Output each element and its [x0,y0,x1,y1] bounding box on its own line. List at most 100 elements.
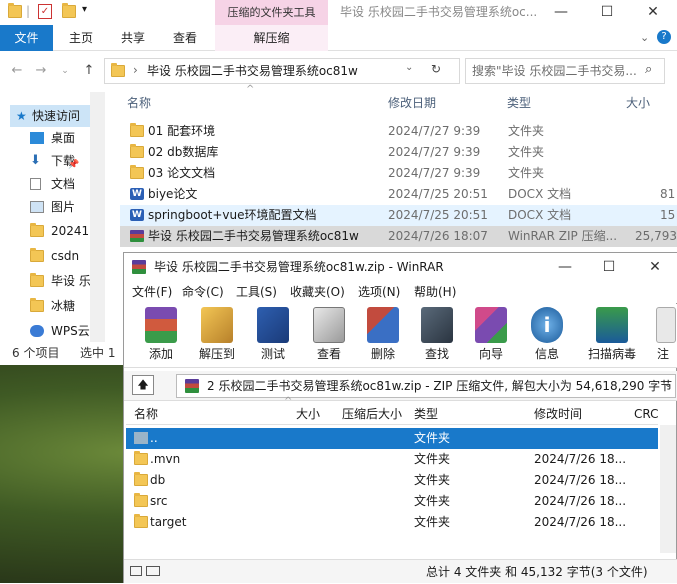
add-archive-icon [145,307,177,343]
rar-minimize-button[interactable]: — [542,255,588,280]
file-date: 2024/7/25 20:51 [388,187,488,201]
folder-icon [134,451,148,465]
path-dropdown-icon[interactable]: ⌄ [664,379,672,390]
winrar-archive-icon [130,230,144,242]
add-button[interactable]: 添加 [136,307,186,365]
archive-entry-name: db [150,473,166,487]
tab-decompress[interactable]: 解压缩 [215,25,328,51]
tab-view[interactable]: 查看 [162,25,208,51]
folder-icon [111,63,125,77]
menu-tools[interactable]: 工具(S) [236,281,277,303]
pin-icon: 📌 [68,160,80,170]
file-row[interactable]: W biye论文 2024/7/25 20:51 DOCX 文档 81 [120,184,677,205]
up-one-level-button[interactable]: 🡅 [132,375,154,395]
archive-entry-type: 文件夹 [414,431,451,445]
file-date: 2024/7/27 9:39 [388,145,481,159]
column-header-type[interactable]: 类型 [414,403,438,425]
archive-path-text: 2 乐校园二手书交易管理系统oc81w.zip - ZIP 压缩文件, 解包大小… [207,379,673,393]
tool-label: 添加 [148,347,173,361]
tool-label: 查看 [316,347,341,361]
archive-entry-modified: 2024/7/26 18... [534,494,627,508]
extract-to-button[interactable]: 解压到 [192,307,242,365]
archive-row[interactable]: .. 文件夹 [126,428,658,449]
address-bar[interactable]: › 毕设 乐校园二手书交易管理系统oc81w ⌄ ↻ [104,58,460,84]
folder-icon [30,298,44,312]
view-button[interactable]: 查看 [304,307,354,365]
wizard-icon [475,307,507,343]
folder-icon[interactable] [8,3,22,18]
menu-file[interactable]: 文件(F) [132,281,172,303]
comment-icon [656,307,676,343]
menu-options[interactable]: 选项(N) [358,281,400,303]
info-button[interactable]: i 信息 [522,307,572,365]
address-dropdown-icon[interactable]: ⌄ [405,62,413,73]
star-icon: ★ [16,109,27,123]
ribbon-expand-icon[interactable]: ⌄ [640,31,649,44]
recent-dropdown-icon[interactable]: ⌄ [56,62,74,80]
refresh-icon[interactable]: ↻ [431,62,441,76]
maximize-button[interactable]: ☐ [584,0,630,25]
forward-arrow-icon[interactable]: → [32,62,50,80]
column-header-size[interactable]: 大小 [626,92,650,114]
archive-list-scrollbar[interactable] [660,425,676,553]
file-row[interactable]: 03 论文文档 2024/7/27 9:39 文件夹 [120,163,677,184]
file-row[interactable]: W springboot+vue环境配置文档 2024/7/25 20:51 D… [120,205,677,226]
menu-favorites[interactable]: 收藏夹(O) [290,281,345,303]
menu-help[interactable]: 帮助(H) [414,281,456,303]
archive-row[interactable]: src 文件夹 2024/7/26 18... [126,491,658,512]
column-header-name[interactable]: 名称 [127,92,151,114]
file-row[interactable]: 02 db数据库 2024/7/27 9:39 文件夹 [120,142,677,163]
tool-label: 扫描病毒 [587,347,636,361]
archive-path-field[interactable]: 2 乐校园二手书交易管理系统oc81w.zip - ZIP 压缩文件, 解包大小… [176,374,676,398]
tool-label: 解压到 [198,347,235,361]
nav-pane-scrollbar[interactable] [90,92,105,342]
sidebar-item-label: 桌面 [51,131,76,145]
column-header-date[interactable]: 修改日期 [388,92,436,114]
breadcrumb[interactable]: 毕设 乐校园二手书交易管理系统oc81w [147,59,358,83]
file-date: 2024/7/27 9:39 [388,166,481,180]
column-header-type[interactable]: 类型 [507,92,531,114]
file-type: WinRAR ZIP 压缩... [508,229,618,243]
help-icon[interactable]: ? [657,30,671,44]
up-arrow-icon[interactable]: ↑ [80,62,98,80]
back-arrow-icon[interactable]: ← [8,62,26,80]
test-button[interactable]: 测试 [248,307,298,365]
info-icon: i [531,307,563,343]
minimize-button[interactable]: — [538,0,584,25]
archive-row[interactable]: db 文件夹 2024/7/26 18... [126,470,658,491]
tab-share[interactable]: 共享 [110,25,156,51]
column-header-crc[interactable]: CRC [634,403,659,425]
new-folder-icon[interactable] [62,3,76,18]
folder-icon [134,493,148,507]
compressed-folder-tools-tab: 压缩的文件夹工具 [215,0,328,25]
archive-entry-name: .mvn [150,452,181,466]
column-header-modified[interactable]: 修改时间 [534,403,582,425]
sidebar-item-label: 快速访问 [32,109,81,123]
column-header-size[interactable]: 大小 [296,403,320,425]
virus-scan-button[interactable]: 扫描病毒 [582,307,642,365]
close-button[interactable]: ✕ [630,0,676,25]
archive-row[interactable]: .mvn 文件夹 2024/7/26 18... [126,449,658,470]
winrar-app-icon [132,260,146,274]
properties-icon[interactable]: ✓ [38,4,52,19]
column-header-packed-size[interactable]: 压缩后大小 [342,403,402,425]
file-type: DOCX 文档 [508,187,572,201]
file-row[interactable]: 毕设 乐校园二手书交易管理系统oc81w 2024/7/26 18:07 Win… [120,226,677,247]
comment-button[interactable]: 注 [650,307,676,365]
file-row[interactable]: 01 配套环境 2024/7/27 9:39 文件夹 [120,121,677,142]
delete-button[interactable]: 删除 [358,307,408,365]
search-input[interactable]: 搜索"毕设 乐校园二手书交易... [465,58,665,84]
archive-row[interactable]: target 文件夹 2024/7/26 18... [126,512,658,533]
rar-close-button[interactable]: ✕ [632,255,677,280]
find-button[interactable]: 查找 [412,307,462,365]
tab-file[interactable]: 文件 [0,25,53,51]
column-header-name[interactable]: 名称 [134,403,158,425]
tool-label: 注 [656,347,669,361]
wizard-button[interactable]: 向导 [466,307,516,365]
search-icon[interactable]: ⌕ [645,62,652,77]
rar-maximize-button[interactable]: ☐ [586,255,632,280]
download-icon: ⬇ [30,153,41,168]
qat-dropdown-icon[interactable]: ▾ [82,4,87,15]
menu-command[interactable]: 命令(C) [182,281,224,303]
tab-home[interactable]: 主页 [58,25,104,51]
